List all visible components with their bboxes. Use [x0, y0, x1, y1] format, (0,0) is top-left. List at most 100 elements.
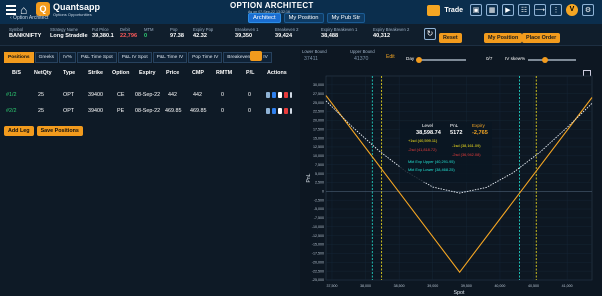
mtm-field: MTM 0 [144, 27, 154, 39]
iv-skew-slider-handle[interactable] [542, 56, 548, 63]
debit-label: Debit [120, 27, 130, 32]
day-slider-handle[interactable] [416, 56, 422, 63]
tab-pop-time-iv[interactable]: Pop Time IV [188, 52, 223, 63]
table-row[interactable]: #2/2 25 OPT 39400 PE 08-Sep-22 469.85 46… [0, 108, 300, 120]
row-bs: #1/2 [6, 92, 17, 98]
col-netqty: NetQty [34, 70, 52, 76]
edit-icon[interactable] [278, 92, 282, 98]
lower-bound-label: Lower Bound [302, 49, 327, 54]
row-type: OPT [63, 108, 75, 114]
upper-bound-input[interactable]: 41370 [354, 56, 368, 62]
y-tick-label: 20,000 [313, 119, 324, 123]
edit-icon[interactable] [278, 108, 282, 114]
lock-icon[interactable] [250, 51, 262, 61]
tab-pnl-time-iv[interactable]: P&L Time IV [152, 52, 188, 63]
tab-architect[interactable]: Architect [248, 13, 281, 23]
image-icon[interactable]: ▦ [486, 4, 498, 16]
lower-bound-input[interactable]: 37411 [304, 56, 318, 62]
trade-icon[interactable] [427, 4, 441, 16]
breakeven2-label: Breakeven 2 [275, 27, 299, 32]
expiry-pop-field: Expiry Pop 42.32 [193, 27, 213, 39]
pop-field: Pop 97.38 [170, 27, 184, 39]
y-tick-label: -12,500 [312, 234, 324, 238]
info-icon[interactable] [266, 92, 270, 98]
y-tick-label: 15,000 [313, 136, 324, 140]
mtm-label: MTM [144, 27, 154, 32]
tab-pnl-iv-spot[interactable]: P&L IV Spot [117, 52, 152, 63]
iv-skew-slider[interactable] [528, 59, 576, 61]
copy-icon[interactable] [272, 92, 276, 98]
tab-my-position[interactable]: My Position [283, 13, 324, 23]
debit-value: 22,796 [120, 33, 138, 39]
row-type: OPT [63, 92, 75, 98]
y-tick-label: 10,000 [313, 154, 324, 158]
place-order-button[interactable]: Place Order [522, 33, 561, 43]
tooltip-item: +1sd (40,599.11) [408, 138, 438, 143]
more-vertical-icon[interactable]: ⋮ [550, 4, 562, 16]
copy-icon[interactable] [272, 108, 276, 114]
upper-bound-label: Upper Bound [350, 49, 375, 54]
row-pl: 0 [248, 108, 251, 114]
trade-label[interactable]: Trade [444, 7, 463, 14]
tooltip-level-label: Level [422, 123, 433, 128]
leg-actions: Add Leg Save Positions [4, 126, 83, 136]
top-header: ⌂ Q Quantsapp Options Opportunities ‹ Op… [0, 0, 602, 24]
breakeven1-value: 39,350 [235, 33, 253, 39]
breakeven1-field: Breakeven 1 39,350 [235, 27, 259, 39]
delete-icon[interactable] [284, 108, 288, 114]
tab-iv-percent[interactable]: IV% [59, 52, 76, 63]
tab-positions[interactable]: Positions [4, 52, 34, 63]
add-leg-button[interactable]: Add Leg [4, 126, 34, 136]
breakeven1-label: Breakeven 1 [235, 27, 259, 32]
info-icon[interactable] [266, 108, 270, 114]
reset-button[interactable]: Reset [439, 33, 462, 43]
tooltip-pnl-label: PnL [450, 123, 459, 128]
tab-pnl-time-spot[interactable]: P&L Time Spot [76, 52, 117, 63]
breadcrumb[interactable]: ‹ Option Architect [10, 15, 48, 21]
day-label: Day [406, 56, 415, 61]
page-tabs: Architect My Position My Pub Str [248, 13, 366, 23]
tooltip-item: Mkt Exp Lower (38,468.25) [408, 167, 455, 172]
table-row[interactable]: #1/2 25 OPT 39400 CE 08-Sep-22 442 442 0… [0, 92, 300, 104]
fut-price-field: Fut Price 39,380.1 [92, 27, 114, 39]
tab-my-pub-str[interactable]: My Pub Str [326, 13, 366, 23]
row-qty: 25 [38, 92, 44, 98]
col-cmp: CMP [192, 70, 204, 76]
share-icon[interactable]: ⟶ [534, 4, 546, 16]
grid-icon[interactable]: ☷ [518, 4, 530, 16]
row-qty: 25 [38, 108, 44, 114]
symbol-label: Symbol [9, 27, 23, 32]
pop-value: 97.38 [170, 33, 184, 39]
x-tick-label: 38,500 [394, 284, 405, 288]
col-actions: Actions [267, 70, 287, 76]
tab-breakeven-time-iv[interactable]: Breakeven Time IV [223, 52, 272, 63]
user-avatar[interactable]: V [566, 4, 578, 16]
my-position-button[interactable]: My Position [484, 33, 523, 43]
expiry-breakeven1-field: Expiry Breakeven 1 38,488 [321, 27, 357, 39]
refresh-icon[interactable]: ↻ [424, 28, 436, 40]
strategy-field: Strategy Name Long Straddle [50, 27, 88, 39]
edit-bounds-link[interactable]: Edit [386, 54, 395, 60]
video-icon[interactable]: ▶ [502, 4, 514, 16]
tooltip-item: Mkt Exp Upper (40,291.95) [408, 159, 455, 164]
more-vertical-icon[interactable] [290, 108, 292, 114]
tooltip-item: -2sd (41,818.72) [408, 147, 437, 152]
y-tick-label: 12,500 [313, 145, 324, 149]
brand-tagline: Options Opportunities [53, 12, 92, 17]
delete-icon[interactable] [284, 92, 288, 98]
row-actions [266, 92, 292, 98]
save-positions-button[interactable]: Save Positions [36, 126, 83, 136]
y-axis-label: PnL [306, 173, 312, 182]
more-vertical-icon[interactable] [290, 92, 292, 98]
screen-icon[interactable]: ▣ [470, 4, 482, 16]
y-tick-label: 27,500 [313, 92, 324, 96]
day-slider[interactable] [418, 59, 466, 61]
row-cmp: 442 [193, 92, 202, 98]
col-type: Type [63, 70, 76, 76]
tab-greeks[interactable]: Greeks [34, 52, 59, 63]
top-right-tools: Trade ▣ ▦ ▶ ☷ ⟶ ⋮ V ⚙ [427, 4, 594, 16]
notification-icon[interactable]: ⚙ [582, 4, 594, 16]
row-actions [266, 108, 292, 114]
analysis-tabs: Positions Greeks IV% P&L Time Spot P&L I… [4, 52, 272, 63]
y-tick-label: -15,000 [312, 243, 324, 247]
